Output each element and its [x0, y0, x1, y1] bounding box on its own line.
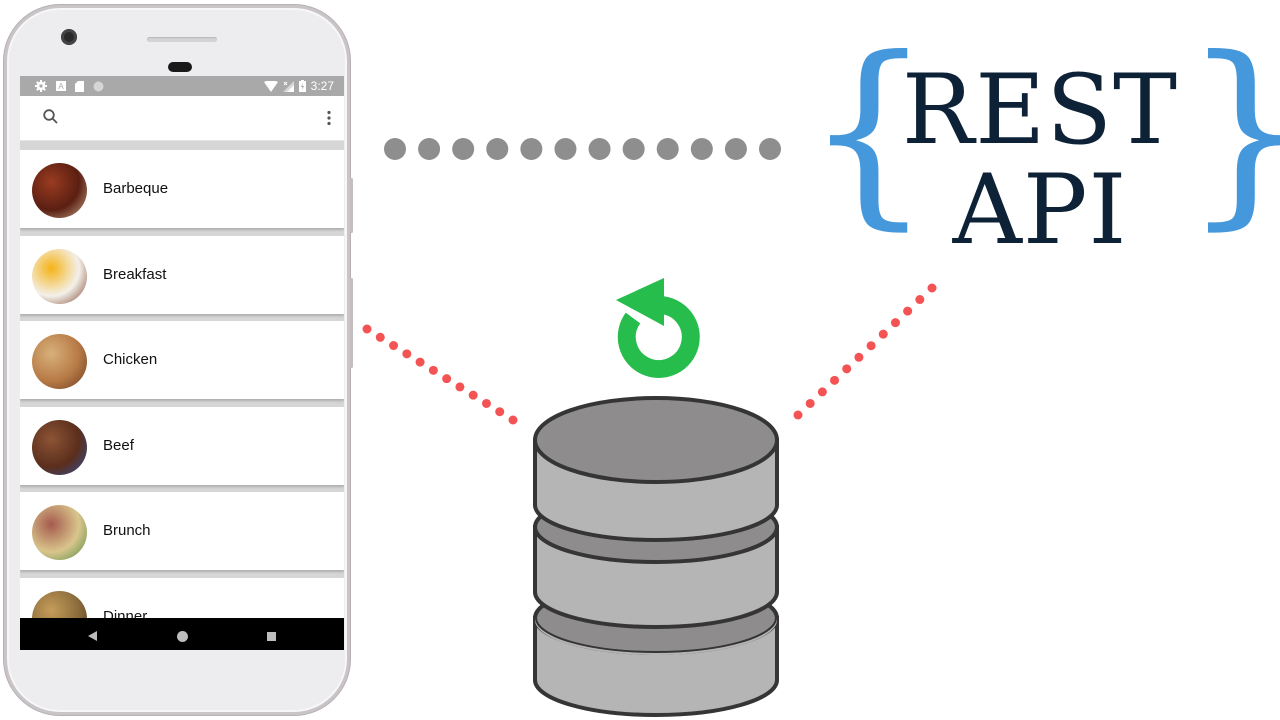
refresh-icon — [616, 278, 700, 378]
connector-dot — [690, 138, 713, 160]
connector-dot — [402, 349, 412, 359]
connector-dot — [817, 387, 827, 397]
connector-dot — [455, 382, 465, 392]
logo-text-api: API — [952, 154, 1128, 266]
phone-db-connector-dotted-line — [362, 324, 518, 425]
connector-dot — [588, 138, 611, 160]
connector-dot — [384, 138, 406, 160]
connector-dot — [759, 138, 781, 160]
connector-dot — [428, 365, 438, 375]
connector-dot — [362, 324, 372, 334]
connector-dot — [890, 318, 900, 328]
api-connector-dotted-line — [384, 138, 781, 160]
connector-dot — [508, 415, 518, 425]
connector-dot — [793, 410, 803, 420]
connector-dot — [375, 332, 385, 342]
connector-dot — [854, 352, 864, 362]
connector-dot — [903, 306, 913, 316]
connector-dot — [452, 138, 475, 160]
connector-dot — [389, 341, 399, 351]
connector-dot — [520, 138, 543, 160]
logo-text-rest: REST — [901, 54, 1179, 166]
connector-dot — [486, 138, 509, 160]
connector-dot — [878, 329, 888, 339]
connector-dot — [656, 138, 679, 160]
connector-dot — [915, 295, 925, 305]
connector-dot — [830, 375, 840, 385]
connector-dot — [866, 341, 876, 351]
connector-dot — [842, 364, 852, 374]
connector-dot — [415, 357, 425, 367]
database-icon — [533, 396, 779, 717]
connector-dot — [554, 138, 577, 160]
connector-dot — [418, 138, 441, 160]
api-db-connector-dotted-line — [793, 283, 937, 420]
close-brace: } — [1183, 32, 1280, 232]
connector-dot — [927, 283, 937, 293]
connector-dot — [622, 138, 645, 160]
connector-dot — [468, 390, 478, 400]
connector-dot — [805, 398, 815, 408]
connector-dot — [442, 374, 452, 384]
connector-dot — [495, 407, 505, 417]
connector-dot — [481, 398, 491, 408]
connector-dot — [724, 138, 747, 160]
